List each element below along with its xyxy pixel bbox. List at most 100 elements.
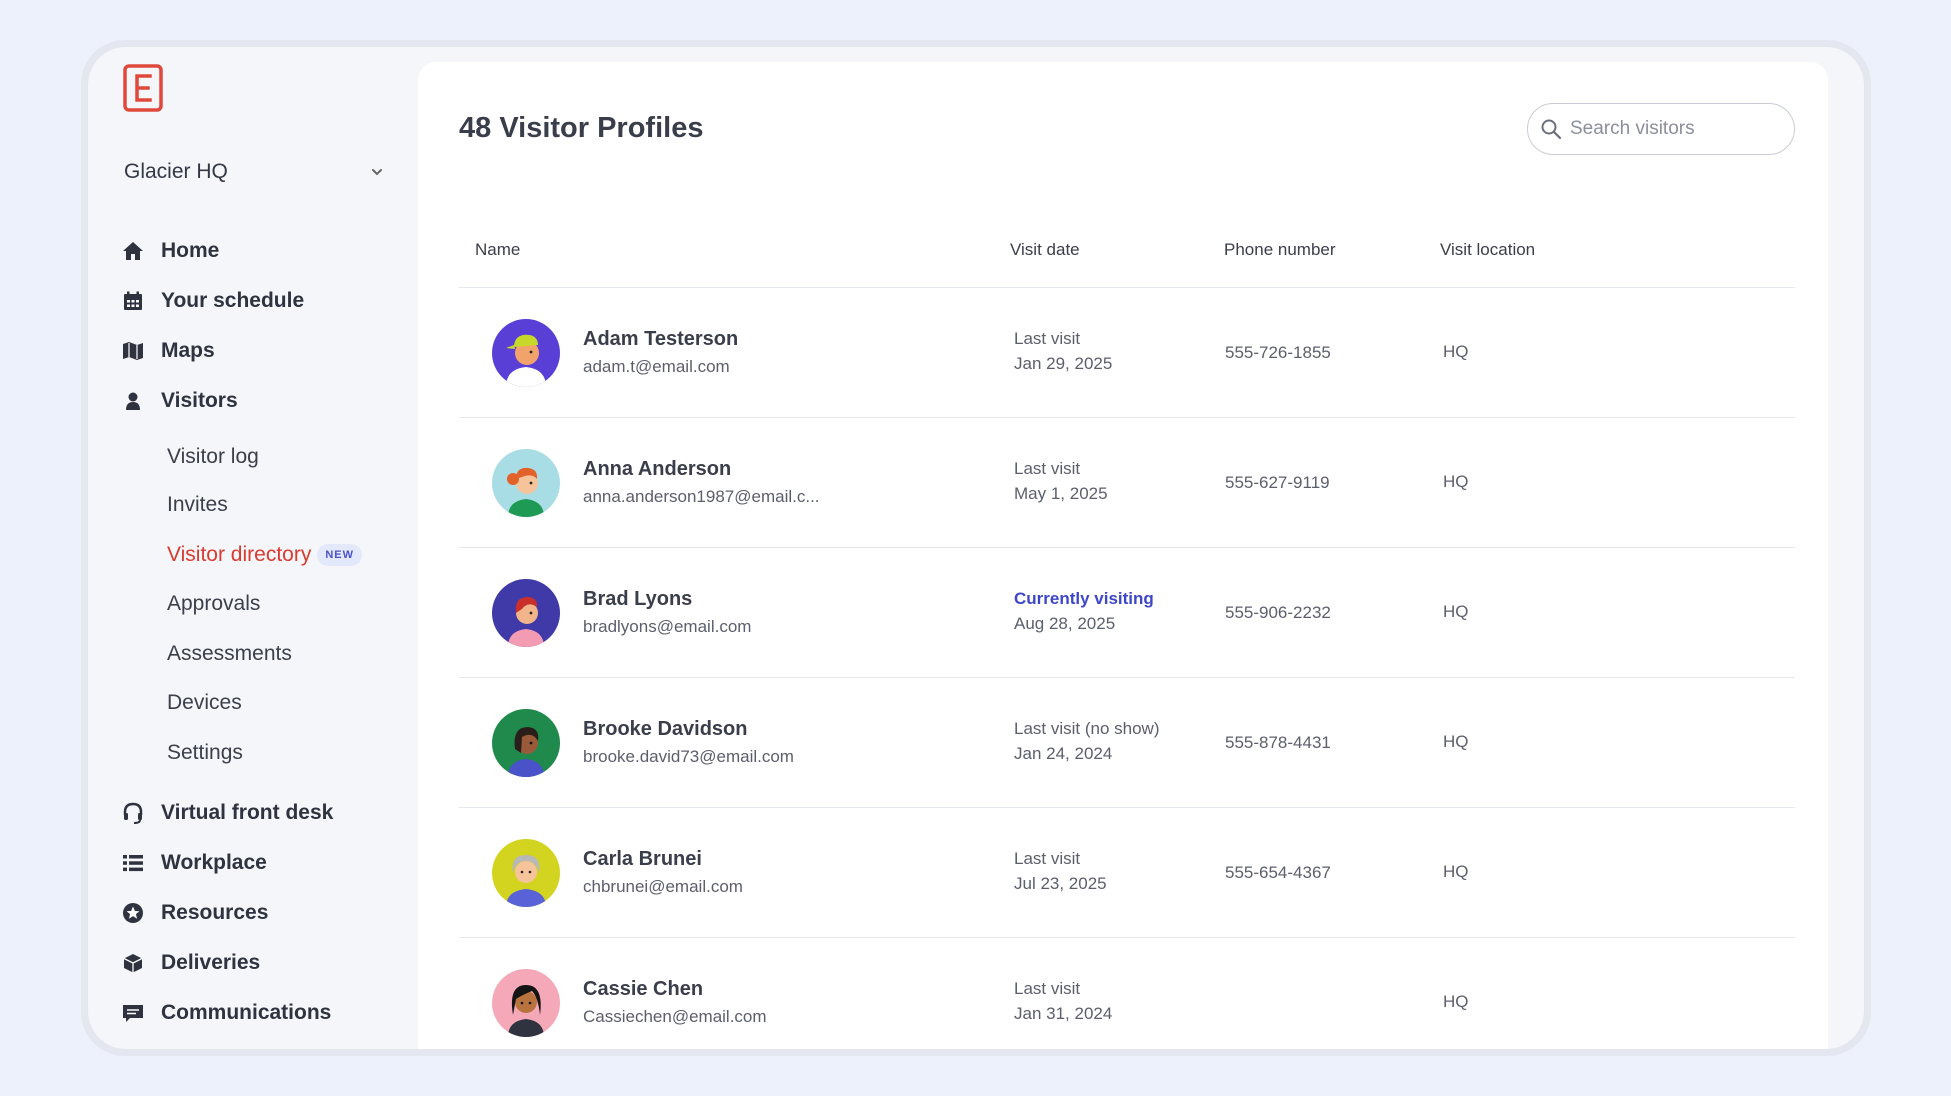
nav-visitors[interactable]: Visitors (122, 384, 238, 418)
visit-status: Last visit (no show) (1014, 719, 1160, 738)
subnav-settings[interactable]: Settings (167, 738, 243, 768)
visit-date: Jan 24, 2024 (1014, 744, 1113, 763)
visit-date: May 1, 2025 (1014, 484, 1108, 503)
visitor-name[interactable]: Anna Anderson (583, 458, 731, 481)
avatar (492, 319, 560, 387)
visitor-name[interactable]: Carla Brunei (583, 848, 702, 871)
subnav-assessments[interactable]: Assessments (167, 639, 292, 669)
nav-your-schedule[interactable]: Your schedule (122, 284, 304, 318)
table-row[interactable]: Brooke Davidson brooke.david73@email.com… (459, 678, 1795, 808)
subnav-label: Settings (167, 741, 243, 764)
nav-maps-label: Maps (161, 339, 215, 362)
nav-communications-label: Communications (161, 1001, 332, 1024)
location-label: Glacier HQ (124, 160, 228, 183)
subnav-devices[interactable]: Devices (167, 688, 242, 718)
phone-number: 555-627-9119 (1225, 473, 1330, 492)
subnav-label: Visitor directory (167, 543, 312, 566)
table-row[interactable]: Adam Testerson adam.t@email.com Last vis… (459, 288, 1795, 418)
avatar (492, 969, 560, 1037)
star-icon (122, 902, 144, 924)
visitor-email: adam.t@email.com (583, 357, 730, 376)
headset-icon (122, 802, 144, 824)
visit-location: HQ (1443, 862, 1469, 881)
subnav-label: Devices (167, 691, 242, 714)
visit-location: HQ (1443, 602, 1469, 621)
nav-home-label: Home (161, 239, 220, 262)
visitor-name[interactable]: Cassie Chen (583, 978, 703, 1001)
subnav-visitor-directory[interactable]: Visitor directory NEW (167, 540, 362, 570)
subnav-label: Invites (167, 493, 228, 516)
visit-status: Last visit (1014, 329, 1081, 348)
visitor-email: brooke.david73@email.com (583, 747, 794, 766)
subnav-label: Approvals (167, 592, 261, 615)
column-header-phone-number[interactable]: Phone number (1224, 240, 1336, 260)
visit-status: Last visit (1014, 979, 1081, 998)
subnav-approvals[interactable]: Approvals (167, 589, 260, 619)
visitor-email: bradlyons@email.com (583, 617, 752, 636)
visit-date: Jan 31, 2024 (1014, 1004, 1113, 1023)
visitor-icon (122, 390, 144, 412)
nav-workplace-label: Workplace (161, 851, 267, 874)
visit-status: Last visit (1014, 459, 1081, 478)
message-icon (122, 1002, 144, 1024)
table-row[interactable]: Brad Lyons bradlyons@email.com Currently… (459, 548, 1795, 678)
column-header-visit-date[interactable]: Visit date (1010, 240, 1080, 260)
envoy-logo[interactable] (123, 64, 163, 112)
visitor-name[interactable]: Brooke Davidson (583, 718, 747, 741)
table-row[interactable]: Cassie Chen Cassiechen@email.com Last vi… (459, 938, 1795, 1049)
subnav-label: Visitor log (167, 445, 259, 468)
nav-virtual-front-desk-label: Virtual front desk (161, 801, 334, 824)
page-title: 48 Visitor Profiles (459, 112, 704, 144)
nav-workplace[interactable]: Workplace (122, 846, 267, 880)
list-icon (122, 852, 144, 874)
phone-number: 555-654-4367 (1225, 863, 1331, 882)
visitor-name[interactable]: Brad Lyons (583, 588, 692, 611)
table-row[interactable]: Anna Anderson anna.anderson1987@email.c.… (459, 418, 1795, 548)
search-box[interactable] (1527, 103, 1795, 155)
visit-location: HQ (1443, 732, 1469, 751)
search-input[interactable] (1570, 118, 1780, 140)
nav-your-schedule-label: Your schedule (161, 289, 305, 312)
visit-location: HQ (1443, 342, 1469, 361)
home-icon (122, 240, 144, 262)
visitor-name[interactable]: Adam Testerson (583, 328, 738, 351)
subnav-invites[interactable]: Invites (167, 490, 228, 520)
nav-resources-label: Resources (161, 901, 269, 924)
main-panel: 48 Visitor Profiles Name Visit date Phon… (418, 62, 1828, 1049)
location-selector[interactable]: Glacier HQ (124, 157, 394, 187)
nav-resources[interactable]: Resources (122, 896, 268, 930)
nav-communications[interactable]: Communications (122, 996, 331, 1030)
nav-home[interactable]: Home (122, 234, 219, 268)
map-icon (122, 340, 144, 362)
avatar (492, 449, 560, 517)
phone-number: 555-726-1855 (1225, 343, 1331, 362)
chevron-down-icon (372, 169, 382, 176)
visit-status: Currently visiting (1014, 589, 1154, 608)
nav-virtual-front-desk[interactable]: Virtual front desk (122, 796, 333, 830)
column-header-name[interactable]: Name (475, 240, 520, 260)
phone-number: 555-906-2232 (1225, 603, 1331, 622)
visit-location: HQ (1443, 472, 1469, 491)
nav-visitors-label: Visitors (161, 389, 238, 412)
visitor-email: Cassiechen@email.com (583, 1007, 767, 1026)
new-badge: NEW (317, 544, 362, 566)
visitor-email: chbrunei@email.com (583, 877, 743, 896)
subnav-visitor-log[interactable]: Visitor log (167, 442, 259, 472)
column-header-visit-location[interactable]: Visit location (1440, 240, 1535, 260)
avatar (492, 709, 560, 777)
nav-deliveries[interactable]: Deliveries (122, 946, 260, 980)
visit-date: Jan 29, 2025 (1014, 354, 1113, 373)
visit-location: HQ (1443, 992, 1469, 1011)
avatar (492, 579, 560, 647)
sidebar: Glacier HQ Home Your schedule Maps Visit… (88, 47, 418, 1049)
visit-date: Jul 23, 2025 (1014, 874, 1107, 893)
nav-maps[interactable]: Maps (122, 334, 215, 368)
table-row[interactable]: Carla Brunei chbrunei@email.com Last vis… (459, 808, 1795, 938)
app-window: Glacier HQ Home Your schedule Maps Visit… (88, 47, 1864, 1049)
package-icon (122, 952, 144, 974)
search-icon (1541, 119, 1562, 140)
visit-status: Last visit (1014, 849, 1081, 868)
nav-deliveries-label: Deliveries (161, 951, 261, 974)
calendar-icon (122, 290, 144, 312)
table-header: Name Visit date Phone number Visit locat… (459, 232, 1795, 288)
